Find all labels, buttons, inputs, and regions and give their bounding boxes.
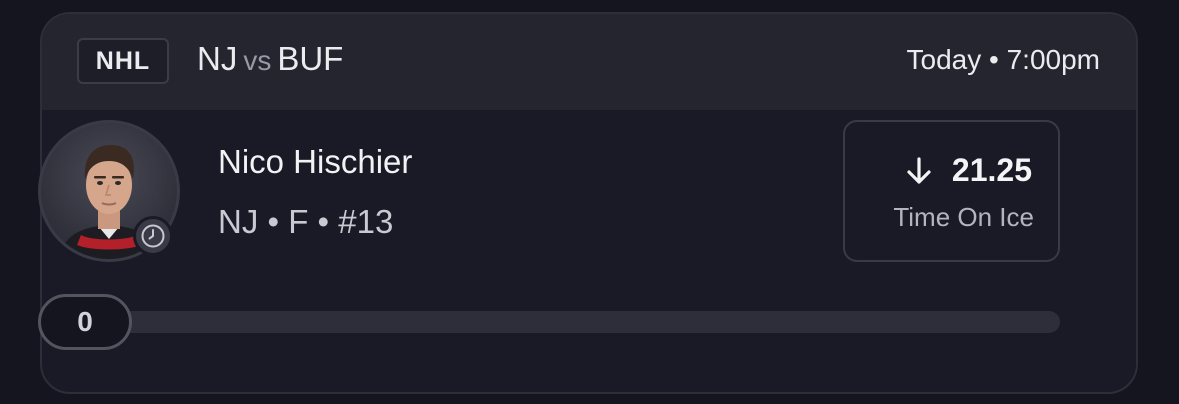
game-time: Today • 7:00pm [906, 44, 1100, 75]
progress-thumb[interactable]: 0 [38, 294, 132, 350]
player-meta: NJ • F • #13 [218, 203, 394, 240]
vs-label: vs [243, 45, 272, 76]
stat-box[interactable]: 21.25 Time On Ice [843, 120, 1060, 262]
stat-value: 21.25 [951, 152, 1032, 188]
league-badge: NHL [77, 38, 169, 84]
stat-value-row: 21.25 [904, 152, 1032, 189]
away-team: BUF [277, 40, 344, 77]
arrow-down-icon [907, 156, 931, 184]
progress-track[interactable] [40, 311, 1060, 333]
home-team: NJ [197, 40, 238, 77]
clock-icon [133, 216, 173, 256]
stat-label: Time On Ice [893, 202, 1034, 232]
card-header: NHL NJ vs BUF Today • 7:00pm [42, 14, 1136, 110]
matchup: NJ vs BUF [197, 40, 343, 78]
player-name: Nico Hischier [218, 143, 413, 180]
